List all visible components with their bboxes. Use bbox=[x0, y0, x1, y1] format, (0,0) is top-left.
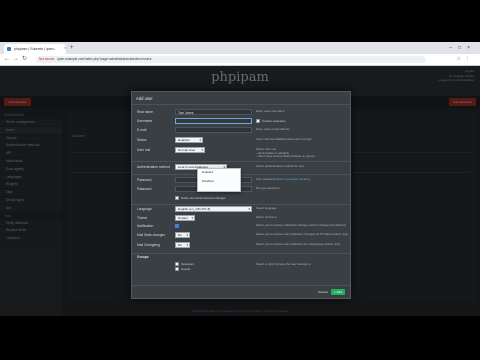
user-role-help: Select user role - Administrator is almi… bbox=[256, 147, 315, 159]
email-label: E-mail bbox=[137, 128, 147, 132]
custom-username-label: Custom username bbox=[262, 119, 286, 123]
browser-toolbar-icons[interactable]: ☆⋮ bbox=[457, 55, 474, 64]
notification-help: Select yes to receive notification chang… bbox=[256, 223, 346, 227]
dropdown-option[interactable]: Enabled bbox=[198, 169, 240, 178]
password-confirm-label: Password bbox=[137, 187, 152, 191]
section-divider bbox=[132, 161, 350, 162]
favicon-icon bbox=[7, 47, 11, 51]
language-help: Select language bbox=[256, 206, 277, 210]
section-divider bbox=[132, 174, 350, 175]
mail-changelog-select-value: No bbox=[178, 243, 182, 247]
forward-icon[interactable]: → bbox=[13, 55, 19, 64]
mail-state-label: Mail State changes bbox=[137, 233, 166, 237]
password-help-end: ) bbox=[308, 177, 310, 181]
theme-select[interactable]: Default ▾ bbox=[175, 215, 195, 221]
password-confirm-help: Re-type password bbox=[256, 186, 280, 190]
modal-footer: Cancel + Add bbox=[132, 285, 350, 299]
status-select[interactable]: Enabled ▾ bbox=[175, 137, 203, 143]
theme-help: Select UI theme bbox=[256, 215, 277, 219]
group-checkbox-operators[interactable] bbox=[175, 262, 179, 266]
language-select-value: English (en_GB.UTF-8) bbox=[178, 207, 211, 211]
notify-user-label: Notify user about account changes bbox=[181, 196, 226, 200]
chevron-down-icon: ▾ bbox=[201, 148, 203, 152]
not-secure-badge[interactable]: Not secure bbox=[39, 57, 54, 61]
language-select[interactable]: English (en_GB.UTF-8) ▾ bbox=[175, 206, 252, 212]
theme-label: Theme bbox=[137, 216, 148, 220]
group-label: Operators bbox=[181, 262, 194, 266]
add-user-button[interactable]: + Add bbox=[331, 289, 345, 295]
chevron-down-icon: ▾ bbox=[186, 233, 188, 237]
email-input[interactable] bbox=[175, 127, 252, 133]
language-label: Language bbox=[137, 207, 152, 211]
notification-label: Notification bbox=[137, 224, 154, 228]
mail-state-select-value: No bbox=[178, 233, 182, 237]
tab-bar: phpipam | Subnets | ipam... × + –□× bbox=[0, 42, 480, 54]
chevron-down-icon: ▾ bbox=[248, 207, 250, 211]
real-name-input[interactable]: Tom Jones bbox=[175, 109, 252, 115]
cancel-button[interactable]: Cancel bbox=[315, 289, 331, 295]
username-label: Username bbox=[137, 119, 153, 123]
url-input[interactable]: Not secure ipam.example.com/index.php?pag… bbox=[36, 56, 426, 63]
dropdown-option[interactable]: Disabled bbox=[198, 178, 240, 184]
mail-changelog-label: Mail Changelog bbox=[137, 243, 160, 247]
status-label: Status bbox=[137, 138, 147, 142]
modal-title: Add user bbox=[132, 92, 350, 105]
password-help-text: User password ( bbox=[256, 177, 278, 181]
section-divider bbox=[132, 253, 350, 254]
username-input[interactable] bbox=[175, 118, 252, 124]
user-role-select-value: Normal User bbox=[178, 148, 196, 152]
user-role-label: User role bbox=[137, 148, 151, 152]
reload-icon[interactable]: ↻ bbox=[22, 55, 27, 64]
theme-select-value: Default bbox=[178, 216, 188, 220]
chevron-down-icon: ▾ bbox=[199, 138, 201, 142]
status-select-value: Enabled bbox=[178, 138, 190, 142]
close-tab-icon[interactable]: × bbox=[64, 46, 66, 50]
chevron-down-icon: ▾ bbox=[191, 216, 193, 220]
autocomplete-dropdown: Enabled Disabled bbox=[197, 168, 241, 192]
section-divider bbox=[132, 204, 350, 205]
browser-tab-title: phpipam | Subnets | ipam... bbox=[14, 47, 57, 51]
chevron-down-icon: ▾ bbox=[186, 243, 188, 247]
new-tab-icon[interactable]: + bbox=[70, 44, 74, 52]
group-checkbox-guests[interactable] bbox=[175, 267, 179, 271]
status-help: Users with the disabled status can not l… bbox=[256, 137, 312, 141]
real-name-label: Real name bbox=[137, 110, 153, 114]
add-user-modal: Add user Real name Tom Jones Enter users… bbox=[131, 91, 351, 299]
auth-method-help: Select authentication method for user bbox=[256, 164, 304, 168]
group-label: Guests bbox=[181, 267, 191, 271]
user-role-help-line: - Users have access defined based on gro… bbox=[256, 154, 315, 159]
real-name-help: Enter users real name bbox=[256, 109, 285, 113]
auth-method-label: Authentication method bbox=[137, 165, 170, 169]
browser-tab[interactable]: phpipam | Subnets | ipam... bbox=[4, 44, 66, 54]
user-role-select[interactable]: Normal User ▾ bbox=[175, 147, 205, 153]
generate-password-link[interactable]: click to generate random bbox=[277, 177, 309, 181]
notify-user-checkbox[interactable] bbox=[175, 196, 179, 200]
window-controls[interactable]: –□× bbox=[449, 44, 476, 52]
notification-checkbox[interactable] bbox=[175, 224, 179, 228]
groups-help: Select to which groups the user belongs … bbox=[256, 262, 311, 266]
password-label: Password bbox=[137, 178, 152, 182]
browser-window: phpipam | Subnets | ipam... × + –□× ← → … bbox=[0, 42, 480, 316]
mail-state-select[interactable]: No ▾ bbox=[175, 232, 190, 238]
password-help: User password (click to generate random) bbox=[256, 177, 310, 182]
url-text: ipam.example.com/index.php?page=administ… bbox=[57, 57, 152, 61]
address-bar: ← → ↻ Not secure ipam.example.com/index.p… bbox=[0, 54, 480, 66]
groups-label: Groups bbox=[137, 255, 149, 259]
mail-changelog-help: Select yes to receive mail notification … bbox=[256, 242, 341, 246]
mail-changelog-select[interactable]: No ▾ bbox=[175, 242, 190, 248]
mail-state-help: Select yes to receive mail notification … bbox=[256, 232, 349, 236]
email-help: Enter users email address bbox=[256, 127, 290, 131]
back-icon[interactable]: ← bbox=[4, 55, 10, 64]
custom-username-checkbox[interactable] bbox=[256, 119, 260, 123]
